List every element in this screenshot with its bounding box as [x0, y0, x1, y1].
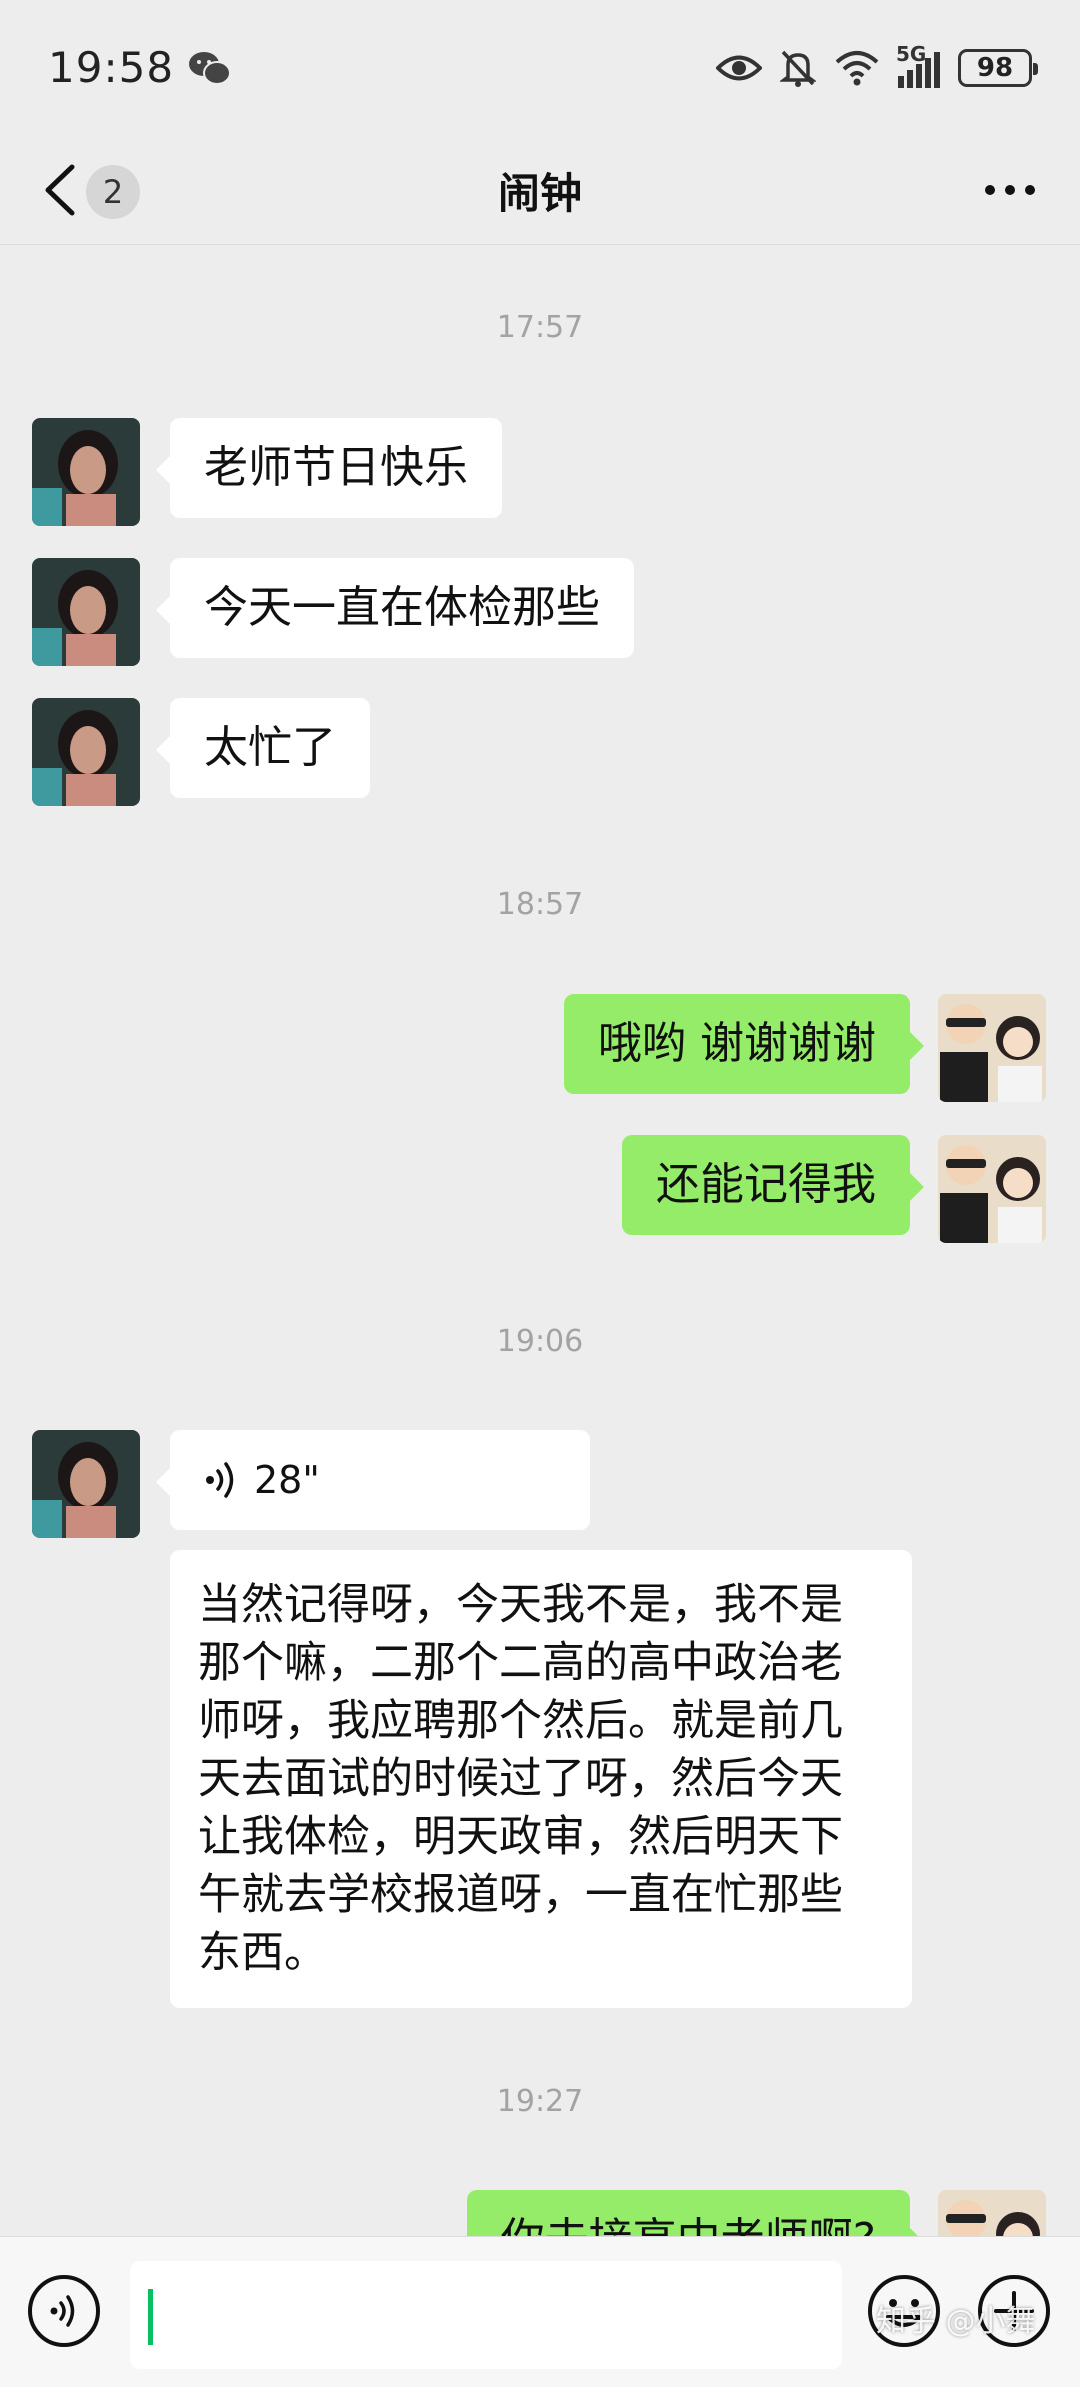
- chat-title: 闹钟: [497, 168, 582, 218]
- network-type: 5G: [896, 41, 927, 66]
- battery-level: 98: [976, 52, 1014, 83]
- watermark: 知乎 @小舞: [876, 2304, 1036, 2339]
- contact-avatar[interactable]: [32, 418, 140, 526]
- text-cursor: [148, 2289, 153, 2345]
- more-icon[interactable]: [980, 173, 1040, 207]
- incoming-message[interactable]: 老师节日快乐: [156, 418, 502, 518]
- battery-icon: 98: [958, 48, 1038, 87]
- voice-duration: 28": [254, 1458, 320, 1502]
- message-input[interactable]: [130, 2261, 842, 2369]
- contact-avatar[interactable]: [32, 558, 140, 666]
- outgoing-message[interactable]: 还能记得我: [622, 1135, 924, 1235]
- status-bar: 19:58 5G 98: [0, 0, 1080, 135]
- contact-avatar[interactable]: [32, 1430, 140, 1538]
- unread-badge[interactable]: 2: [86, 165, 140, 219]
- voice-waves-icon: [206, 1462, 234, 1498]
- outgoing-message[interactable]: 哦哟 谢谢谢谢: [564, 994, 924, 1094]
- my-avatar[interactable]: [938, 1135, 1046, 1243]
- incoming-message[interactable]: 太忙了: [156, 698, 370, 798]
- timestamp: 17:57: [496, 310, 584, 345]
- chat-header: 2 闹钟: [0, 135, 1080, 245]
- signal-icon: 5G: [896, 42, 940, 88]
- voice-message[interactable]: 28": [156, 1430, 590, 1530]
- back-chevron-icon[interactable]: [40, 163, 80, 217]
- timestamp: 18:57: [496, 887, 584, 922]
- eye-icon: [716, 55, 762, 80]
- wifi-icon: [835, 50, 879, 85]
- contact-avatar[interactable]: [32, 698, 140, 806]
- status-icons: 5G 98: [716, 42, 1038, 88]
- voice-toggle-icon[interactable]: [26, 2273, 102, 2349]
- timestamp: 19:06: [496, 1324, 584, 1359]
- bell-off-icon: [780, 50, 816, 87]
- my-avatar[interactable]: [938, 994, 1046, 1102]
- timestamp: 19:27: [496, 2084, 584, 2119]
- status-time: 19:58: [48, 43, 175, 92]
- wechat-icon: [189, 51, 232, 85]
- incoming-message[interactable]: 今天一直在体检那些: [156, 558, 634, 658]
- voice-transcript[interactable]: 当然记得呀，今天我不是，我不是那个嘛，二那个二高的高中政治老师呀，我应聘那个然后…: [170, 1550, 912, 2008]
